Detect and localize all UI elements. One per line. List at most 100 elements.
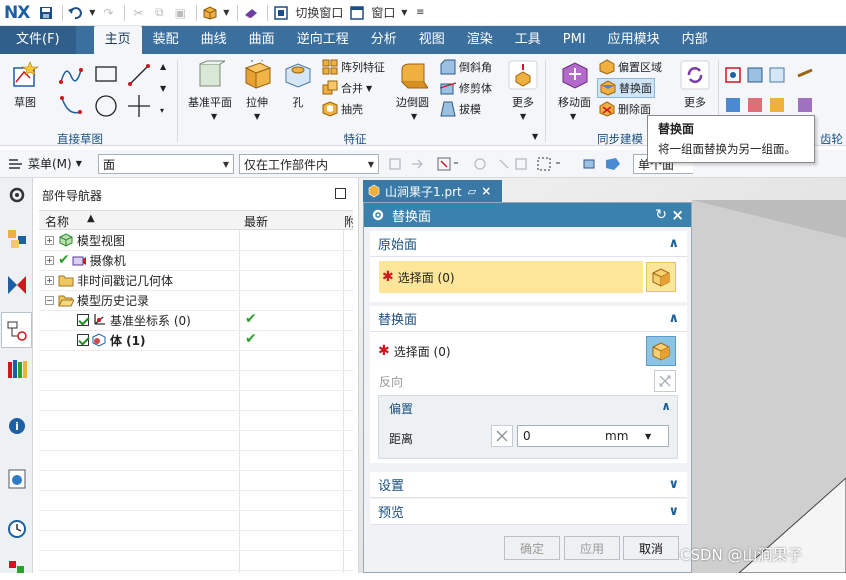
chevron-down-icon[interactable]: ▼ (366, 84, 372, 93)
distance-input[interactable]: 0 mm ▼ (517, 425, 669, 447)
eraser-icon[interactable] (242, 3, 260, 23)
tab-application[interactable]: 应用模块 (597, 26, 671, 54)
chevron-down-icon[interactable]: ▼ (88, 3, 96, 23)
move-face-button[interactable]: 移动面 (558, 60, 591, 110)
replace-face-button[interactable]: 替换面 (597, 78, 655, 98)
dialog-title-bar[interactable]: 替换面 ↻ × (364, 203, 691, 227)
chevron-down-icon[interactable]: ▼ (211, 112, 217, 121)
chevron-down-icon[interactable]: ▼ (400, 3, 408, 23)
chevron-down-icon[interactable]: ▼ (160, 84, 166, 93)
ok-button[interactable]: 确定 (504, 536, 560, 560)
copy-icon[interactable]: ⧉ (150, 3, 168, 23)
chevron-down-icon[interactable]: ▼ (520, 112, 526, 121)
column-extra-header[interactable]: 附 (344, 213, 353, 230)
web-browser-icon[interactable] (6, 468, 28, 490)
constraint-navigator-icon[interactable] (6, 274, 28, 296)
close-icon[interactable]: × (671, 206, 684, 224)
assembly-navigator-icon[interactable] (6, 228, 28, 250)
collapse-icon[interactable]: − (45, 295, 54, 305)
expand-icon[interactable]: + (45, 235, 54, 245)
redo-icon[interactable]: ↷ (99, 3, 117, 23)
tree-row-model-views[interactable]: + 模型视图 (39, 230, 353, 250)
chevron-down-icon[interactable]: ∨ (668, 477, 679, 492)
cut-icon[interactable]: ✂ (129, 3, 147, 23)
history-clock-icon[interactable] (6, 518, 28, 540)
tree-row-model-history[interactable]: − 模型历史记录 (39, 290, 353, 310)
expand-gallery-icon[interactable]: ▾ (160, 106, 164, 115)
chevron-down-icon[interactable]: ▼ (254, 112, 260, 121)
selection-tool-icons[interactable] (388, 156, 630, 172)
reset-icon[interactable]: ↻ (655, 207, 667, 223)
tab-file[interactable]: 文件(F) (0, 26, 76, 54)
tab-render[interactable]: 渲染 (456, 26, 504, 54)
direct-sketch-tools[interactable] (58, 62, 168, 122)
chevron-down-icon[interactable]: ▼ (645, 432, 651, 441)
type-filter-dropdown[interactable]: 面 ▼ (98, 154, 234, 174)
hole-button[interactable]: 孔 (283, 60, 313, 110)
gear-icon[interactable] (371, 208, 385, 222)
window-menu-button[interactable]: 窗口 (369, 3, 397, 23)
tab-tools[interactable]: 工具 (504, 26, 552, 54)
tree-row-datum-csys[interactable]: 基准坐标系 (0) (39, 310, 353, 330)
unite-button[interactable]: 合并 ▼ (322, 78, 372, 98)
shell-button[interactable]: 抽壳 (322, 99, 363, 119)
delete-face-button[interactable]: 删除面 (599, 99, 651, 119)
section-replacement-face[interactable]: 替换面 ∧ (370, 306, 687, 332)
save-icon[interactable] (37, 3, 55, 23)
chevron-up-icon[interactable]: ▲ (160, 62, 166, 71)
document-tab[interactable]: 山涧果子1.prt ▱ × (363, 180, 502, 202)
trim-body-button[interactable]: 修剪体 (440, 78, 492, 98)
chevron-up-icon[interactable]: ∧ (668, 236, 679, 251)
cancel-button[interactable]: 取消 (623, 536, 679, 560)
chamfer-button[interactable]: 倒斜角 (440, 57, 492, 77)
sketch-button[interactable]: 草图 (10, 60, 40, 110)
chevron-down-icon[interactable]: ▼ (222, 3, 230, 23)
settings-gear-icon[interactable] (6, 184, 28, 206)
select-face-cube-button[interactable] (646, 262, 676, 292)
menu-button[interactable]: 菜单(M) ▼ (8, 155, 82, 172)
window-icon[interactable] (348, 3, 366, 23)
distance-measure-button[interactable] (491, 425, 513, 447)
tab-reverse-engineering[interactable]: 逆向工程 (286, 26, 360, 54)
more-features-button[interactable]: 更多 (508, 60, 538, 110)
tree-row-body[interactable]: 体 (1) (39, 330, 353, 350)
switch-window-button[interactable]: 切换窗口 (293, 3, 345, 23)
tab-curve[interactable]: 曲线 (190, 26, 238, 54)
customize-icon[interactable]: ≡ (411, 3, 429, 23)
tab-pmi[interactable]: PMI (552, 26, 597, 54)
gear-tools-icon[interactable] (724, 64, 822, 120)
expand-icon[interactable]: + (45, 275, 54, 285)
reuse-library-icon[interactable] (6, 358, 28, 380)
chevron-down-icon[interactable]: ▼ (532, 132, 538, 141)
paste-icon[interactable]: ▣ (171, 3, 189, 23)
visibility-checkbox[interactable] (77, 314, 89, 326)
system-materials-icon[interactable] (6, 558, 28, 580)
offset-region-button[interactable]: 偏置区域 (599, 57, 662, 77)
tab-home[interactable]: 主页 (93, 26, 142, 54)
section-preview[interactable]: 预览 ∨ (370, 499, 687, 525)
undo-icon[interactable] (67, 3, 85, 23)
apply-button[interactable]: 应用 (564, 536, 620, 560)
tab-view[interactable]: 视图 (408, 26, 456, 54)
select-original-face[interactable]: ✱ 选择面 (0) (379, 261, 643, 293)
extrude-button[interactable]: 拉伸 (242, 60, 272, 110)
pattern-feature-button[interactable]: 阵列特征 (322, 57, 385, 77)
edge-blend-button[interactable]: 边倒圆 (396, 60, 429, 110)
chevron-down-icon[interactable]: ▼ (570, 112, 576, 121)
scope-dropdown[interactable]: 仅在工作部件内 ▼ (239, 154, 379, 174)
tree-row-unused-geometry[interactable]: + 非时间戳记几何体 (39, 270, 353, 290)
select-face-cube-button[interactable] (646, 336, 676, 366)
section-settings[interactable]: 设置 ∨ (370, 472, 687, 498)
datum-plane-button[interactable]: 基准平面 (188, 60, 232, 110)
chevron-up-icon[interactable]: ∧ (661, 399, 671, 413)
chevron-up-icon[interactable]: ∧ (668, 311, 679, 326)
sort-ascending-icon[interactable]: ▲ (87, 213, 95, 224)
tab-assembly[interactable]: 装配 (142, 26, 190, 54)
visibility-checkbox[interactable] (77, 334, 89, 346)
tab-surface[interactable]: 曲面 (238, 26, 286, 54)
draft-button[interactable]: 拔模 (440, 99, 481, 119)
expand-icon[interactable]: + (45, 255, 54, 265)
part-navigator-tab[interactable] (1, 312, 32, 348)
section-original-face[interactable]: 原始面 ∧ (370, 231, 687, 257)
reverse-direction-button[interactable] (654, 370, 676, 392)
